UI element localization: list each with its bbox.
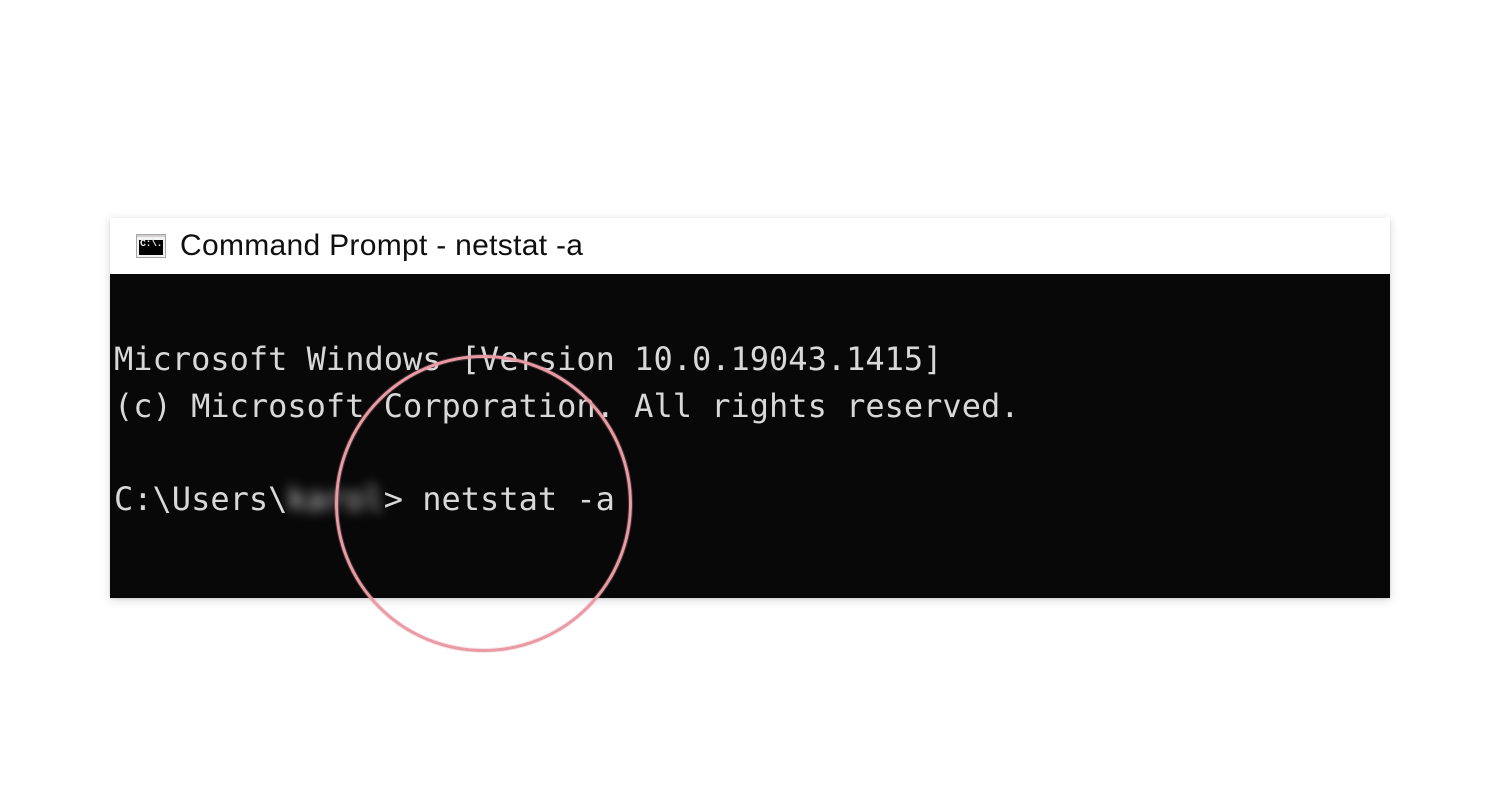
- terminal-body[interactable]: Microsoft Windows [Version 10.0.19043.14…: [110, 274, 1390, 598]
- terminal-blank-line: [110, 433, 118, 471]
- cmd-icon-glyph: C:\.: [140, 240, 162, 250]
- terminal-copyright-line: (c) Microsoft Corporation. All rights re…: [110, 387, 1023, 425]
- terminal-prompt-line: C:\Users\karol> netstat -a: [110, 480, 619, 518]
- command-prompt-window: C:\. Command Prompt - netstat -a Microso…: [110, 218, 1390, 598]
- prompt-username: karol: [287, 476, 383, 522]
- titlebar[interactable]: C:\. Command Prompt - netstat -a: [110, 218, 1390, 274]
- prompt-suffix: >: [384, 480, 423, 518]
- window-title: Command Prompt - netstat -a: [180, 229, 583, 263]
- prompt-prefix: C:\Users\: [114, 480, 287, 518]
- cmd-icon: C:\.: [136, 234, 166, 258]
- terminal-command[interactable]: netstat -a: [422, 480, 615, 518]
- terminal-version-line: Microsoft Windows [Version 10.0.19043.14…: [110, 340, 946, 378]
